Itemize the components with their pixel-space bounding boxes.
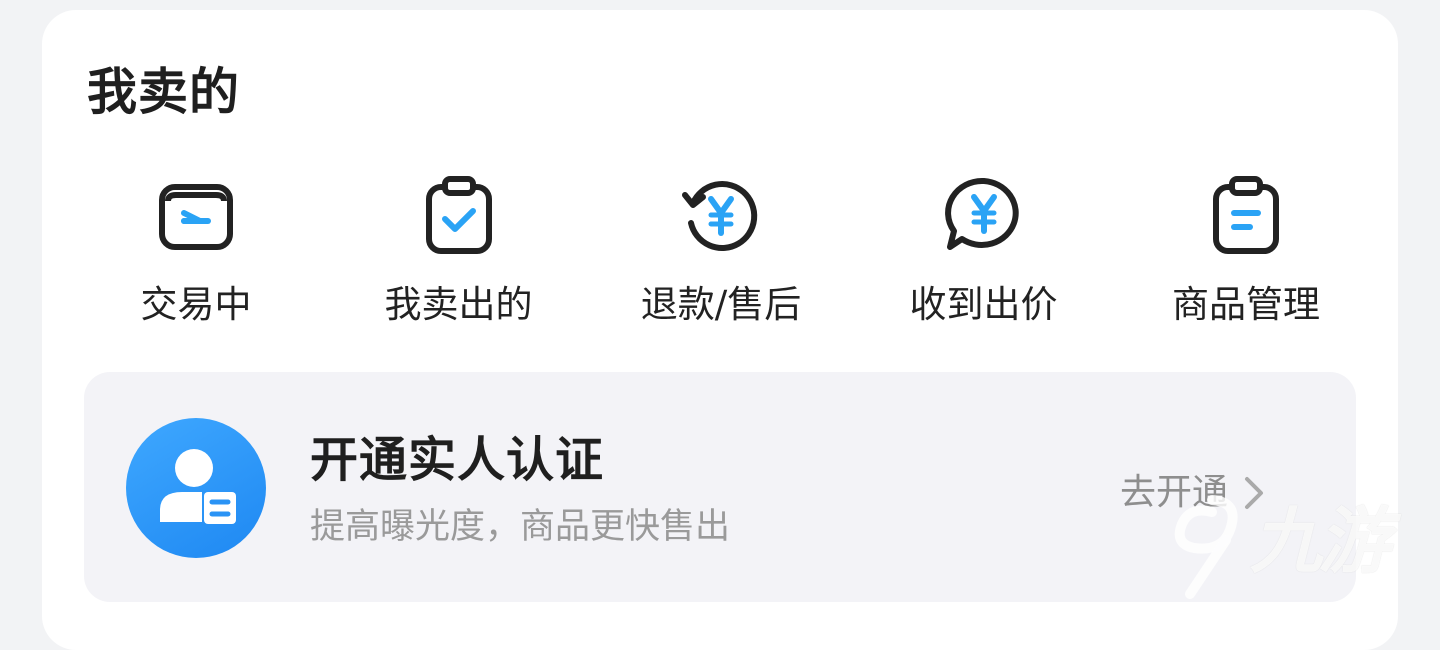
- product-manage-clipboard-icon: [1213, 176, 1279, 254]
- sold-clipboard-icon: [425, 176, 492, 254]
- shortcut-label: 退款/售后: [640, 283, 802, 326]
- verified-user-icon: [160, 449, 236, 524]
- selling-shortcuts: 交易中 我卖出的 退款/售后 收到出价 商品管理: [76, 173, 1366, 329]
- shortcut-sold[interactable]: 我卖出的: [339, 173, 579, 329]
- shortcut-label: 收到出价: [909, 283, 1058, 326]
- watermark-logo: 九游: [1160, 490, 1420, 600]
- watermark-nine-icon: [1174, 495, 1238, 599]
- in-transaction-icon: [159, 184, 233, 250]
- verify-title: 开通实人认证: [310, 432, 605, 488]
- shortcut-in-transaction[interactable]: 交易中: [76, 173, 316, 329]
- offer-chat-yen-icon: [944, 177, 1019, 250]
- verify-subtitle: 提高曝光度，商品更快售出: [310, 507, 731, 547]
- shortcut-product-manage[interactable]: 商品管理: [1126, 173, 1366, 329]
- section-title: 我卖的: [87, 63, 240, 121]
- shortcut-label: 我卖出的: [384, 283, 533, 326]
- verify-avatar: [126, 418, 266, 558]
- shortcut-offers[interactable]: 收到出价: [864, 173, 1104, 329]
- watermark-text: 九游: [1250, 499, 1390, 583]
- refund-yen-icon: [682, 181, 758, 251]
- shortcut-label: 交易中: [140, 283, 252, 326]
- shortcut-label: 商品管理: [1172, 283, 1320, 326]
- shortcut-refund[interactable]: 退款/售后: [601, 173, 841, 329]
